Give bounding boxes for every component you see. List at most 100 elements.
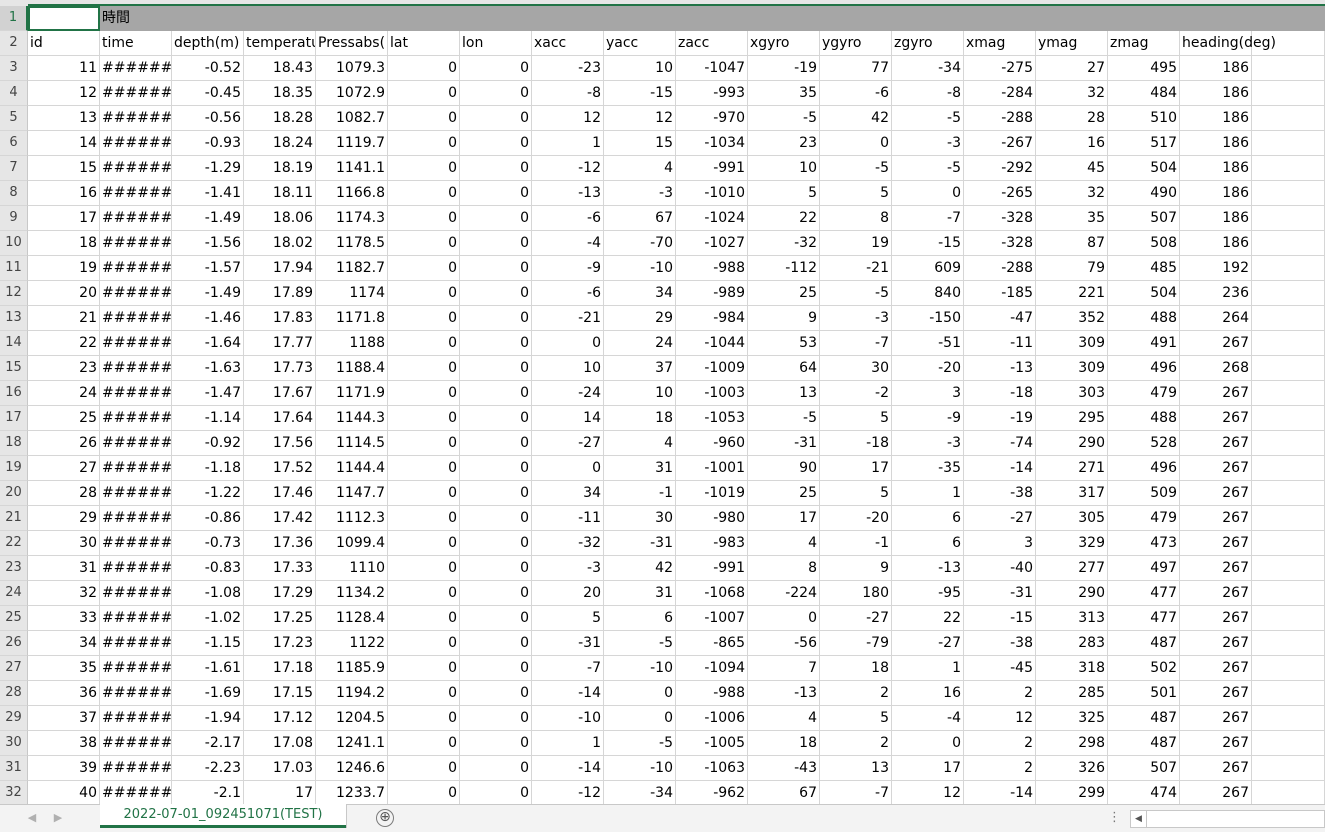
sheet-tab-active[interactable]: 2022-07-01_092451071(TEST) (100, 804, 346, 828)
cell[interactable]: -1053 (676, 406, 748, 431)
cell[interactable]: -265 (964, 181, 1036, 206)
cell[interactable]: 0 (460, 431, 532, 456)
cell[interactable]: -1.94 (172, 706, 244, 731)
cell[interactable]: 479 (1108, 506, 1180, 531)
cell[interactable]: -3 (892, 431, 964, 456)
cell[interactable]: 17 (748, 506, 820, 531)
cell[interactable] (1252, 731, 1325, 756)
cell[interactable]: 22 (892, 606, 964, 631)
cell[interactable]: -5 (604, 731, 676, 756)
cell[interactable]: 305 (1036, 506, 1108, 531)
cell[interactable] (1252, 331, 1325, 356)
cell[interactable]: 40 (28, 781, 100, 804)
cell[interactable]: 0 (460, 56, 532, 81)
cell[interactable]: 18 (604, 406, 676, 431)
cell[interactable]: -20 (892, 356, 964, 381)
cell[interactable]: -1027 (676, 231, 748, 256)
cell[interactable]: 488 (1108, 306, 1180, 331)
cell[interactable]: 2 (820, 681, 892, 706)
cell[interactable]: ####### (100, 756, 172, 781)
cell[interactable]: ####### (100, 206, 172, 231)
cell[interactable]: 3 (964, 531, 1036, 556)
row-number[interactable]: 12 (0, 281, 28, 306)
cell[interactable]: -0.93 (172, 131, 244, 156)
cell[interactable]: -5 (892, 106, 964, 131)
row-number[interactable]: 20 (0, 481, 28, 506)
cell[interactable]: -24 (532, 381, 604, 406)
cell[interactable]: 25 (748, 281, 820, 306)
cell[interactable]: 18.19 (244, 156, 316, 181)
cell[interactable]: -1094 (676, 656, 748, 681)
cell[interactable]: 18.28 (244, 106, 316, 131)
cell[interactable]: -70 (604, 231, 676, 256)
cell[interactable]: 0 (388, 56, 460, 81)
cell[interactable]: 1114.5 (316, 431, 388, 456)
cell[interactable]: 18.24 (244, 131, 316, 156)
cell[interactable]: -5 (892, 156, 964, 181)
cell[interactable]: -32 (748, 231, 820, 256)
cell[interactable]: 17.64 (244, 406, 316, 431)
cell[interactable]: 10 (748, 156, 820, 181)
cell[interactable]: -1.22 (172, 481, 244, 506)
cell[interactable] (1252, 256, 1325, 281)
cell[interactable]: 10 (604, 381, 676, 406)
cell[interactable]: 34 (532, 481, 604, 506)
cell[interactable]: 0 (460, 156, 532, 181)
column-header-cell[interactable]: zmag (1108, 31, 1180, 56)
cell[interactable]: 2 (964, 681, 1036, 706)
cell[interactable]: -284 (964, 81, 1036, 106)
cell[interactable]: -38 (964, 631, 1036, 656)
cell[interactable]: ####### (100, 631, 172, 656)
cell[interactable]: 4 (604, 431, 676, 456)
cell[interactable] (1252, 606, 1325, 631)
cell[interactable] (1252, 506, 1325, 531)
cell[interactable]: 28 (28, 481, 100, 506)
cell[interactable]: -150 (892, 306, 964, 331)
cell[interactable]: 18.43 (244, 56, 316, 81)
cell[interactable]: 16 (1036, 131, 1108, 156)
cell[interactable] (1252, 131, 1325, 156)
cell[interactable]: -1024 (676, 206, 748, 231)
cell[interactable]: -7 (820, 781, 892, 804)
cell[interactable]: 299 (1036, 781, 1108, 804)
cell[interactable]: 37 (604, 356, 676, 381)
cell[interactable]: ####### (100, 556, 172, 581)
cell[interactable]: -51 (892, 331, 964, 356)
cell[interactable]: -1.57 (172, 256, 244, 281)
cell[interactable]: -1.14 (172, 406, 244, 431)
cell[interactable] (1252, 481, 1325, 506)
cell[interactable]: 17.18 (244, 656, 316, 681)
cell[interactable]: -865 (676, 631, 748, 656)
cell[interactable]: -9 (532, 256, 604, 281)
cell[interactable]: -14 (964, 456, 1036, 481)
cell[interactable]: 295 (1036, 406, 1108, 431)
cell[interactable]: -112 (748, 256, 820, 281)
cell[interactable] (1252, 706, 1325, 731)
cell[interactable]: 186 (1180, 106, 1252, 131)
cell[interactable]: 14 (532, 406, 604, 431)
cell[interactable]: 609 (892, 256, 964, 281)
cell[interactable]: 37 (28, 706, 100, 731)
cell[interactable]: ####### (100, 256, 172, 281)
cell[interactable]: 17.23 (244, 631, 316, 656)
cell[interactable]: -15 (604, 81, 676, 106)
cell[interactable]: 12 (892, 781, 964, 804)
cell[interactable]: 1 (892, 656, 964, 681)
cell[interactable]: ####### (100, 656, 172, 681)
cell[interactable]: -2 (820, 381, 892, 406)
cell[interactable]: 8 (820, 206, 892, 231)
cell[interactable]: 17.29 (244, 581, 316, 606)
cell[interactable]: 1144.4 (316, 456, 388, 481)
cell[interactable]: -19 (748, 56, 820, 81)
cell[interactable]: 192 (1180, 256, 1252, 281)
cell[interactable]: 267 (1180, 581, 1252, 606)
cell[interactable]: 1 (892, 481, 964, 506)
add-sheet-icon[interactable]: ⊕ (376, 809, 394, 827)
cell[interactable]: -27 (532, 431, 604, 456)
cell[interactable]: 267 (1180, 381, 1252, 406)
cell[interactable]: 0 (460, 656, 532, 681)
cell[interactable]: 0 (388, 756, 460, 781)
cell[interactable]: 267 (1180, 631, 1252, 656)
cell[interactable]: 7 (748, 656, 820, 681)
cell[interactable]: -34 (604, 781, 676, 804)
